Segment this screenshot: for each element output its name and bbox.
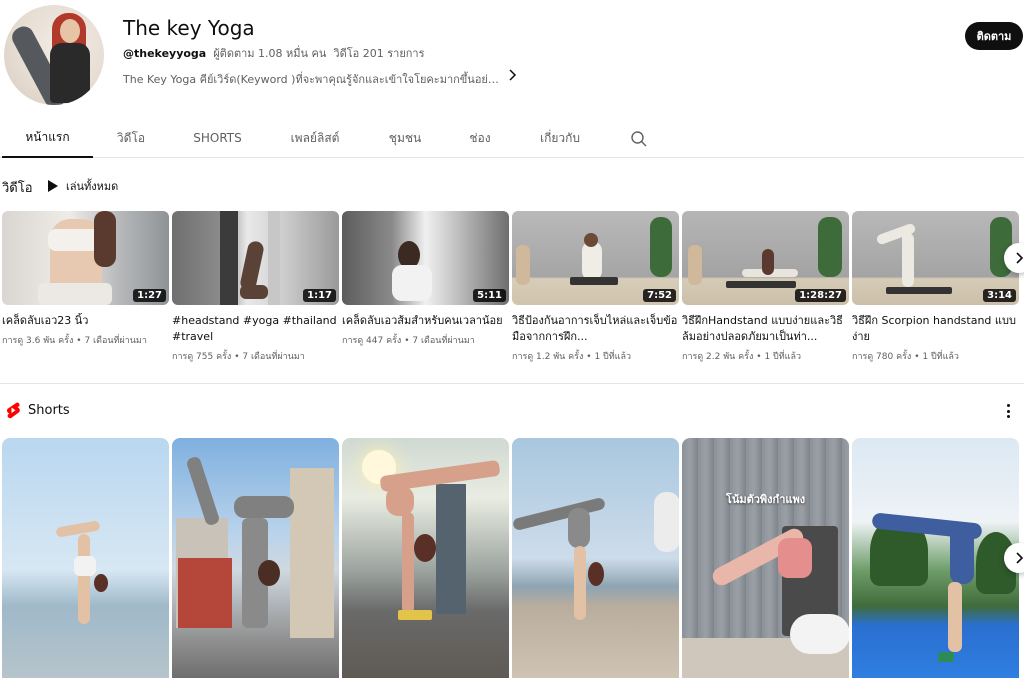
video-title[interactable]: วิธีฝึกHandstand แบบง่ายและวิธีล้มอย่างป… [682,313,849,345]
video-card[interactable]: 7:52 วิธีป้องกันอาการเจ็บไหล่และเจ็บข้อม… [512,211,679,363]
video-title[interactable]: วิธีฝึก Scorpion handstand แบบง่าย [852,313,1019,345]
play-icon [48,180,58,192]
play-all-label: เล่นทั้งหมด [66,180,119,193]
shorts-header: Shorts [6,402,70,419]
chevron-right-icon [1016,252,1024,264]
tab-videos[interactable]: วิดีโอ [100,118,162,158]
shorts-logo-icon [7,402,20,419]
video-card[interactable]: 1:17 #headstand #yoga #thailand #travel … [172,211,339,363]
video-duration: 1:17 [303,289,336,302]
video-thumbnail[interactable]: 5:11 [342,211,509,305]
video-title[interactable]: #headstand #yoga #thailand #travel [172,313,339,345]
short-card[interactable]: โน้มตัวพิงกำแพง [682,438,849,678]
video-meta: การดู 780 ครั้ง • 1 ปีที่แล้ว [852,352,959,362]
short-overlay-text: โน้มตัวพิงกำแพง [725,493,806,506]
short-card[interactable] [512,438,679,678]
video-meta: การดู 2.2 พัน ครั้ง • 1 ปีที่แล้ว [682,352,802,362]
video-duration: 1:27 [133,289,166,302]
video-thumbnail[interactable]: 1:28:27 [682,211,849,305]
channel-meta: @thekeyyoga ผู้ติดตาม 1.08 หมื่น คน วิดี… [123,44,425,62]
play-all-button[interactable]: เล่นทั้งหมด [48,177,118,195]
short-card[interactable] [342,438,509,678]
tab-channels[interactable]: ช่อง [455,118,505,158]
tab-playlists[interactable]: เพลย์ลิสต์ [277,118,353,158]
video-duration: 5:11 [473,289,506,302]
tab-home[interactable]: หน้าแรก [2,118,93,158]
video-title[interactable]: วิธีป้องกันอาการเจ็บไหล่และเจ็บข้อมือจาก… [512,313,679,345]
video-card[interactable]: 3:14 วิธีฝึก Scorpion handstand แบบง่าย … [852,211,1019,363]
subscribe-button[interactable]: ติดตาม [965,22,1023,50]
video-meta: การดู 755 ครั้ง • 7 เดือนที่ผ่านมา [172,352,305,362]
video-thumbnail[interactable]: 1:17 [172,211,339,305]
video-duration: 7:52 [643,289,676,302]
video-card[interactable]: 1:27 เคล็ดลับเอว23 นิ้ว การดู 3.6 พัน คร… [2,211,169,347]
channel-name: The key Yoga [123,16,255,40]
videos-section-title[interactable]: วิดีโอ [2,177,33,198]
video-duration: 3:14 [983,289,1016,302]
short-card[interactable] [172,438,339,678]
channel-tabs: หน้าแรก วิดีโอ SHORTS เพลย์ลิสต์ ชุมชน ช… [0,118,1024,158]
section-divider [0,383,1024,384]
tab-shorts[interactable]: SHORTS [180,118,255,158]
channel-description[interactable]: The Key Yoga คีย์เวิร์ด(Keyword )ที่จะพา… [123,70,503,88]
video-thumbnail[interactable]: 1:27 [2,211,169,305]
tab-community[interactable]: ชุมชน [375,118,435,158]
video-meta: การดู 3.6 พัน ครั้ง • 7 เดือนที่ผ่านมา [2,336,147,346]
video-card[interactable]: 5:11 เคล็ดลับเอวส้มสำหรับคนเวลาน้อย การด… [342,211,509,347]
video-count: วิดีโอ 201 รายการ [333,47,425,60]
tab-about[interactable]: เกี่ยวกับ [525,118,595,158]
short-card[interactable] [2,438,169,678]
video-meta: การดู 447 ครั้ง • 7 เดือนที่ผ่านมา [342,336,475,346]
channel-handle: @thekeyyoga [123,47,207,60]
short-card[interactable] [852,438,1019,678]
video-card[interactable]: 1:28:27 วิธีฝึกHandstand แบบง่ายและวิธีล… [682,211,849,363]
video-title[interactable]: เคล็ดลับเอว23 นิ้ว [2,313,169,329]
video-meta: การดู 1.2 พัน ครั้ง • 1 ปีที่แล้ว [512,352,632,362]
video-duration: 1:28:27 [795,289,846,302]
channel-avatar[interactable] [4,5,104,105]
video-title[interactable]: เคล็ดลับเอวส้มสำหรับคนเวลาน้อย [342,313,509,329]
search-icon[interactable] [630,130,648,148]
chevron-right-icon [1016,552,1024,564]
channel-header: The key Yoga @thekeyyoga ผู้ติดตาม 1.08 … [0,0,1024,118]
shorts-section-title[interactable]: Shorts [28,403,70,418]
chevron-right-icon[interactable] [507,69,517,85]
more-vert-icon[interactable] [1000,402,1016,420]
video-thumbnail[interactable]: 3:14 [852,211,1019,305]
video-thumbnail[interactable]: 7:52 [512,211,679,305]
subscriber-count: ผู้ติดตาม 1.08 หมื่น คน [213,47,327,60]
